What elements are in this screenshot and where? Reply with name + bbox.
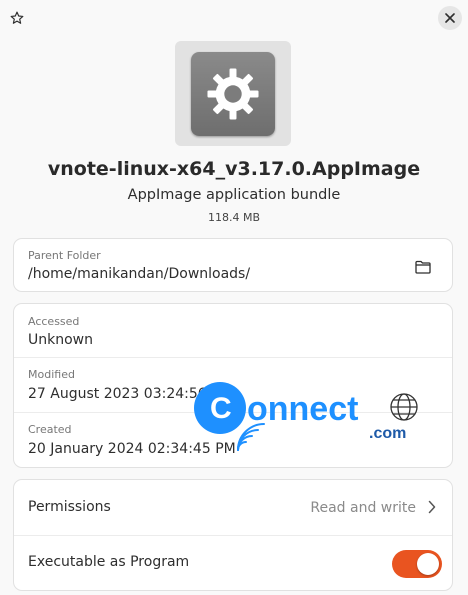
folder-icon [415, 260, 431, 274]
permissions-label: Permissions [28, 499, 111, 515]
chevron-right-icon [428, 500, 436, 514]
watermark-subtext: .com [369, 425, 406, 442]
watermark-logo: C onnect .com [194, 382, 418, 451]
star-icon [10, 11, 24, 24]
executable-row: Executable as Program [14, 536, 452, 591]
close-icon [445, 13, 455, 23]
watermark-text: onnect [247, 390, 358, 428]
file-name: vnote-linux-x64_v3.17.0.AppImage [47, 158, 421, 180]
executable-toggle[interactable] [392, 550, 442, 578]
app-icon [191, 51, 275, 136]
permissions-card: Permissions Read and write Executable as… [13, 479, 453, 591]
open-folder-button[interactable] [412, 257, 434, 277]
parent-folder-label: Parent Folder [28, 249, 101, 262]
modified-label: Modified [28, 368, 75, 381]
location-card: Parent Folder /home/manikandan/Downloads… [13, 238, 453, 292]
app-icon-container [175, 41, 291, 146]
parent-folder-value: /home/manikandan/Downloads/ [28, 266, 251, 282]
watermark-c-letter: C [210, 392, 232, 425]
star-button[interactable] [7, 8, 27, 28]
accessed-label: Accessed [28, 315, 80, 328]
file-size: 118.4 MB [207, 211, 261, 224]
globe-icon [390, 393, 418, 421]
accessed-value: Unknown [28, 332, 93, 348]
gear-icon [207, 67, 259, 120]
header-bar [0, 0, 468, 40]
permissions-value: Read and write [310, 500, 416, 516]
created-label: Created [28, 423, 72, 436]
parent-folder-row: Parent Folder /home/manikandan/Downloads… [14, 239, 452, 293]
toggle-knob [417, 553, 439, 575]
permissions-row[interactable]: Permissions Read and write [14, 480, 452, 535]
executable-label: Executable as Program [28, 554, 190, 570]
close-button[interactable] [438, 6, 462, 30]
accessed-row: Accessed Unknown [14, 304, 452, 357]
file-type: AppImage application bundle [127, 187, 341, 203]
